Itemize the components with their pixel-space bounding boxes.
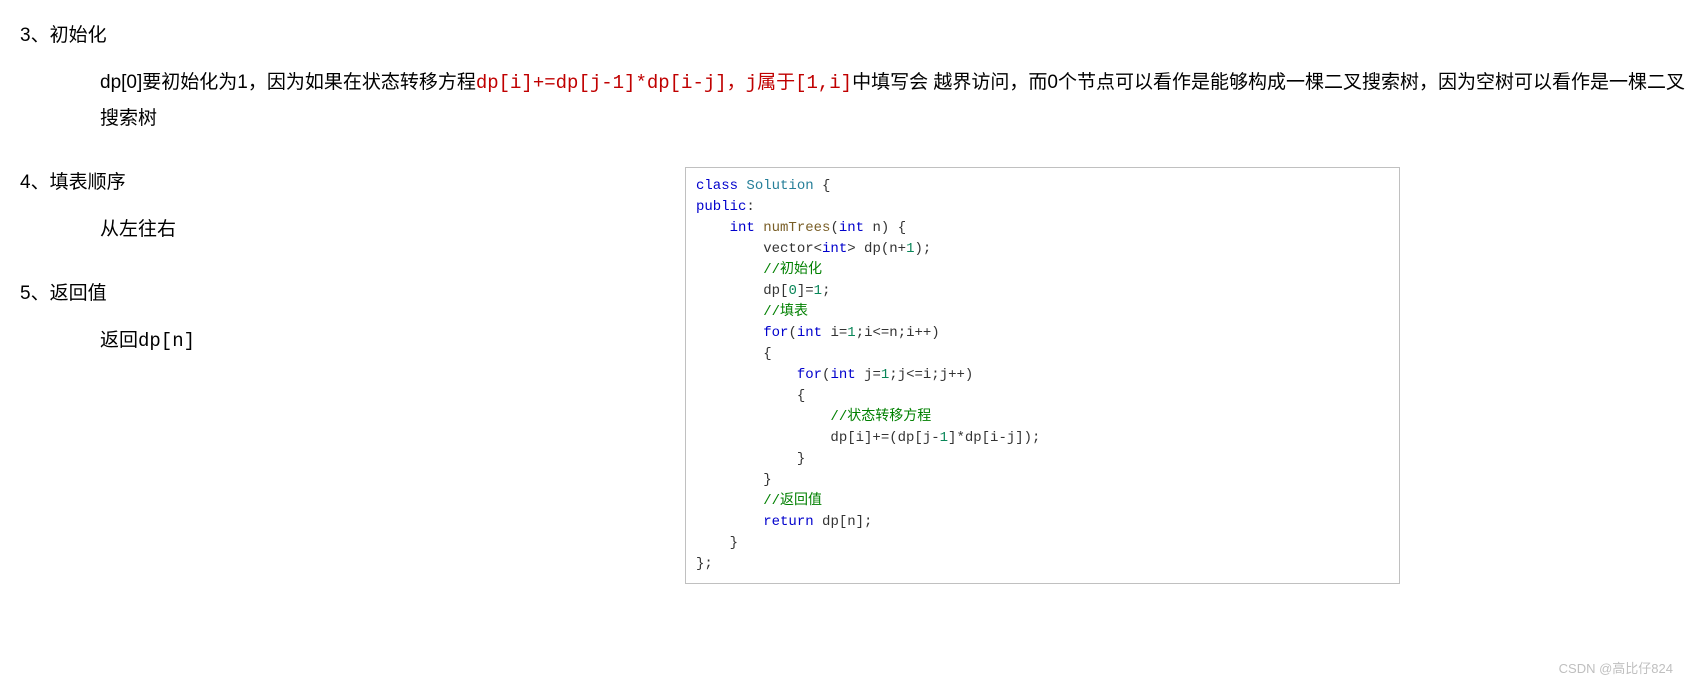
code-comment: //返回值 (763, 493, 822, 509)
code-text: ]= (797, 283, 814, 299)
code-comment: //初始化 (763, 262, 822, 278)
code-pad (696, 367, 797, 383)
code-text: dp[n]; (814, 514, 873, 530)
code-pad (696, 241, 763, 257)
code-keyword: public (696, 199, 746, 215)
code-comment: //状态转移方程 (830, 409, 931, 425)
code-colon: : (746, 199, 754, 215)
code-num: 1 (847, 325, 855, 341)
code-num: 0 (788, 283, 796, 299)
code-text: }; (696, 556, 713, 572)
code-text: dp[ (763, 283, 788, 299)
code-text: > dp(n+ (847, 241, 906, 257)
code-text: ( (830, 220, 838, 236)
code-type: int (730, 220, 755, 236)
para-text-pre: dp[0]要初始化为1，因为如果在状态转移方程 (100, 72, 476, 93)
code-brace: { (822, 178, 830, 194)
code-keyword: class (696, 178, 738, 194)
lower-content: 4、填表顺序 从左往右 5、返回值 返回dp[n] class Solution… (20, 167, 1698, 359)
code-block: class Solution { public: int numTrees(in… (685, 167, 1400, 584)
code-text: n (864, 220, 881, 236)
code-type: int (839, 220, 864, 236)
code-classname: Solution (738, 178, 822, 194)
code-brace: } (730, 535, 738, 551)
code-text: i= (822, 325, 847, 341)
code-text: vector< (763, 241, 822, 257)
code-pad (696, 409, 830, 425)
code-pad (696, 388, 797, 404)
code-text: ) { (881, 220, 906, 236)
code-pad (696, 430, 830, 446)
code-pad (696, 535, 730, 551)
code-pad (696, 493, 763, 509)
code-pad (696, 451, 797, 467)
code-pad (696, 262, 763, 278)
code-type: int (797, 325, 822, 341)
code-text: ( (788, 325, 796, 341)
code-pad (696, 304, 763, 320)
document-body: 3、初始化 dp[0]要初始化为1，因为如果在状态转移方程dp[i]+=dp[j… (20, 20, 1698, 359)
code-text: j= (856, 367, 881, 383)
code-text: ); (914, 241, 931, 257)
code-brace: { (797, 388, 805, 404)
section-3-paragraph: dp[0]要初始化为1，因为如果在状态转移方程dp[i]+=dp[j-1]*dp… (100, 65, 1698, 137)
code-keyword: for (797, 367, 822, 383)
code-pad (696, 220, 730, 236)
code-text: ; (822, 283, 830, 299)
code-keyword: for (763, 325, 788, 341)
code-brace: } (763, 472, 771, 488)
code-pad (696, 325, 763, 341)
para-text-formula: dp[i]+=dp[j-1]*dp[i-j]，j属于[1,i] (476, 72, 852, 94)
section-3-heading: 3、初始化 (20, 20, 1698, 47)
code-text: ]*dp[i-j]); (948, 430, 1040, 446)
code-pad (696, 346, 763, 362)
code-pad (696, 514, 763, 530)
code-num: 1 (940, 430, 948, 446)
code-text: ;i<=n;i++) (856, 325, 940, 341)
code-brace: } (797, 451, 805, 467)
code-text: dp[i]+=(dp[j- (830, 430, 939, 446)
code-comment: //填表 (763, 304, 808, 320)
code-keyword: return (763, 514, 813, 530)
code-num: 1 (814, 283, 822, 299)
code-text: ;j<=i;j++) (889, 367, 973, 383)
code-pad (696, 283, 763, 299)
code-pad (696, 472, 763, 488)
code-type: int (830, 367, 855, 383)
code-type: int (822, 241, 847, 257)
code-fn: numTrees (755, 220, 831, 236)
watermark: CSDN @高比仔824 (1559, 658, 1673, 677)
code-brace: { (763, 346, 771, 362)
